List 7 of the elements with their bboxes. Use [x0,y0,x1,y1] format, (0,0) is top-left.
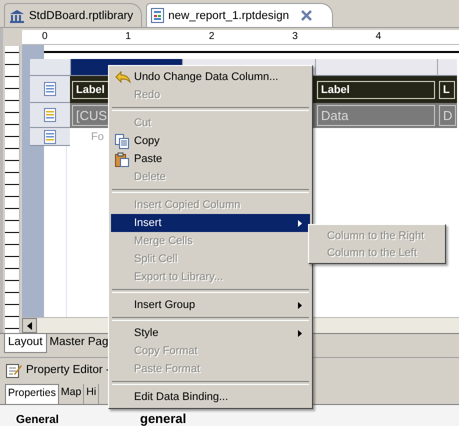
ruler-number: 4 [376,30,382,44]
ruler-number: 0 [42,30,49,44]
section-title: general [140,411,186,426]
footer-cell-text: Fo [91,131,104,143]
ruler-number: 1 [125,30,132,44]
ruler-number: 3 [292,30,299,44]
ruler-number: 2 [208,30,216,44]
